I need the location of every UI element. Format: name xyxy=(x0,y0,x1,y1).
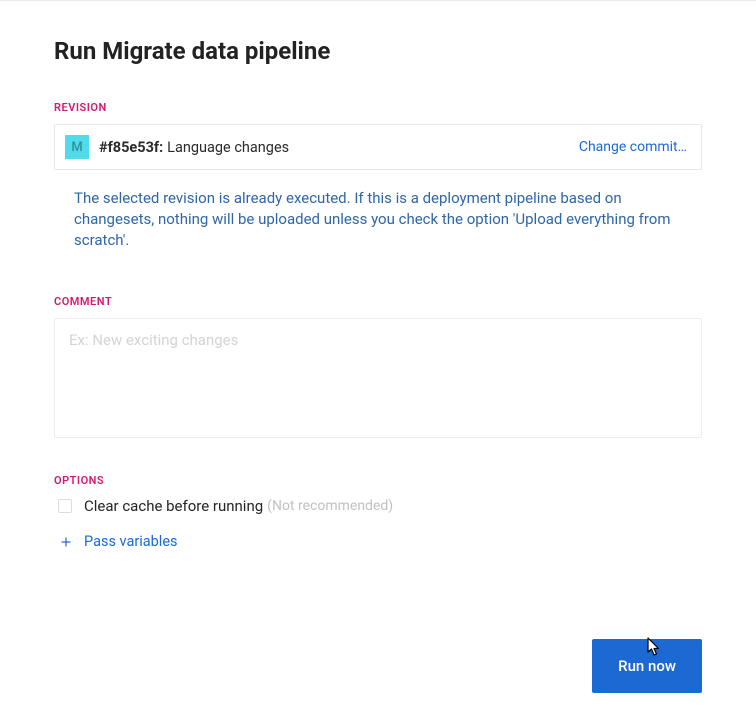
main-container: Run Migrate data pipeline REVISION M #f8… xyxy=(0,1,756,550)
clear-cache-row[interactable]: Clear cache before running (Not recommen… xyxy=(54,497,702,515)
options-block: OPTIONS Clear cache before running (Not … xyxy=(54,474,702,550)
run-now-button[interactable]: Run now xyxy=(592,639,702,693)
options-section-label: OPTIONS xyxy=(54,474,702,487)
revision-hash: #f85e53f: xyxy=(99,139,163,156)
revision-text: #f85e53f: Language changes xyxy=(99,139,579,156)
change-commit-link[interactable]: Change commit… xyxy=(579,139,687,155)
comment-section-label: COMMENT xyxy=(54,295,702,308)
revision-box: M #f85e53f: Language changes Change comm… xyxy=(54,124,702,170)
page-title: Run Migrate data pipeline xyxy=(54,37,702,65)
revision-section-label: REVISION xyxy=(54,101,702,114)
clear-cache-label: Clear cache before running xyxy=(84,497,263,515)
clear-cache-checkbox[interactable] xyxy=(58,499,72,513)
avatar: M xyxy=(65,135,89,159)
clear-cache-hint: (Not recommended) xyxy=(267,498,393,514)
revision-message: Language changes xyxy=(167,139,289,156)
comment-input[interactable] xyxy=(54,318,702,438)
plus-icon xyxy=(58,534,74,550)
pass-variables-label: Pass variables xyxy=(84,533,178,550)
revision-info-text: The selected revision is already execute… xyxy=(54,188,702,251)
pass-variables-button[interactable]: Pass variables xyxy=(54,533,702,550)
